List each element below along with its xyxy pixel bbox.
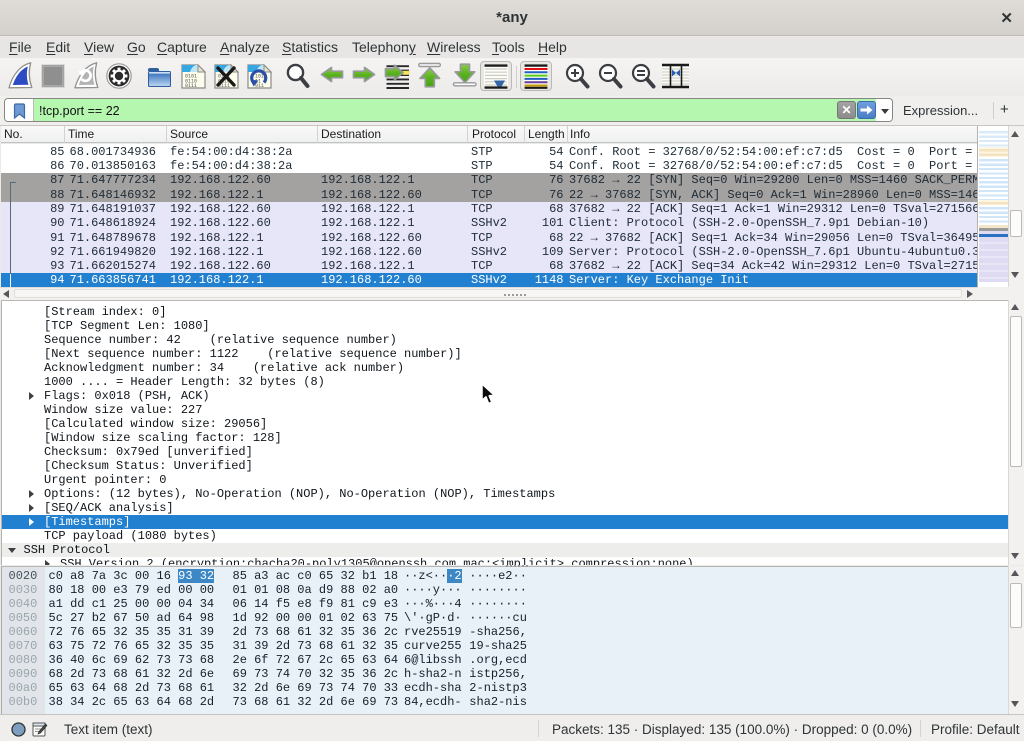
svg-text:0111: 0111 <box>185 83 197 89</box>
svg-text:011: 011 <box>255 83 264 89</box>
